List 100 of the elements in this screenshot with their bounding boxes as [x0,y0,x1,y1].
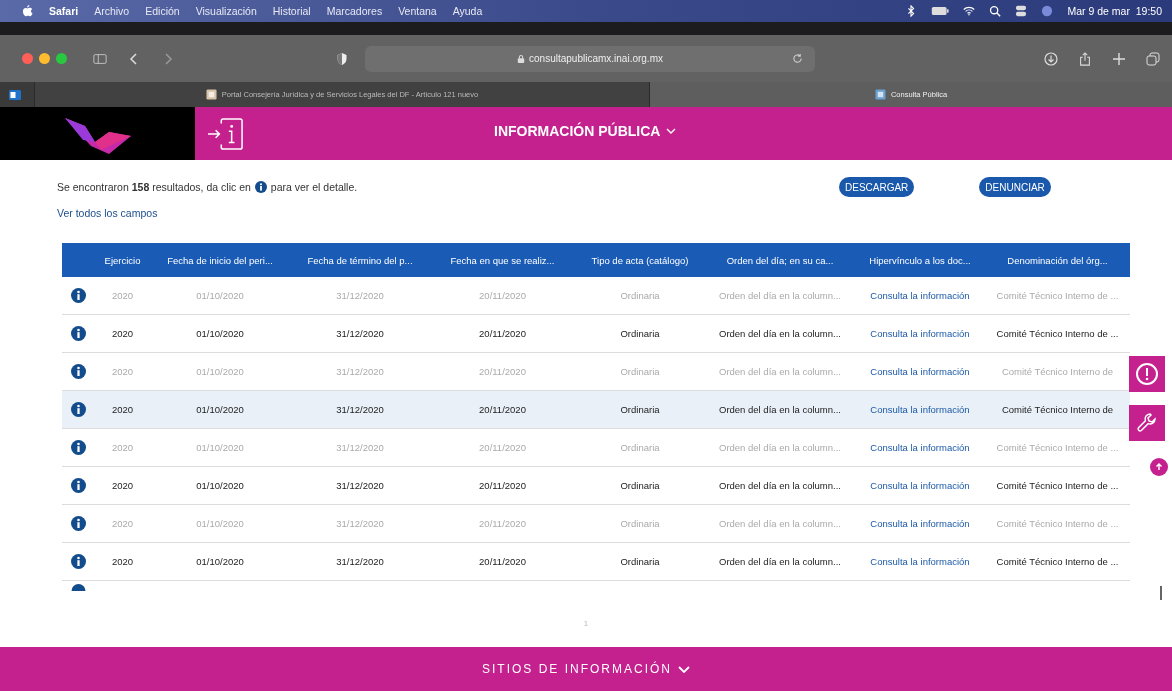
action-button[interactable]: DENUNCIAR [979,177,1051,197]
information-link[interactable]: Consulta la información [870,442,970,453]
table-cell: Ordinaria [620,518,660,529]
info-icon[interactable] [71,516,86,531]
action-button[interactable]: DESCARGAR [839,177,915,197]
menu-item[interactable]: Marcadores [326,5,383,17]
menu-item[interactable]: Safari [49,5,79,17]
page-icon [205,89,217,100]
table-cell: 2020 [111,366,134,377]
information-link[interactable]: Consulta la información [870,556,970,567]
table-cell: Ordinaria [620,366,660,377]
table-cell: 2020 [111,442,134,453]
table-cell: 31/12/2020 [336,556,384,567]
menu-item[interactable]: Visualización [195,5,257,17]
share-icon[interactable] [1078,51,1092,66]
info-icon[interactable] [71,364,86,379]
alert-icon [1135,362,1159,386]
table-cell: 2020 [111,328,134,339]
column-header[interactable]: Ejercicio [95,254,150,266]
sign-in-info-icon[interactable] [207,116,245,151]
table-cell: Ordinaria [620,290,660,301]
orb-icon[interactable] [1041,5,1054,17]
sidebar-icon[interactable] [93,51,107,66]
column-header[interactable]: Orden del día; en su ca... [705,254,855,266]
table-cell: 01/10/2020 [196,404,244,415]
table-cell: Orden del día en la column... [719,442,841,453]
menu-item[interactable]: Historial [272,5,311,17]
table-cell: 31/12/2020 [336,442,384,453]
arrow-up-icon [1154,462,1164,472]
table-cell: 31/12/2020 [336,328,384,339]
info-icon[interactable] [71,478,86,493]
info-icon[interactable] [71,554,86,569]
reload-icon[interactable] [792,52,803,64]
wifi-icon[interactable] [963,5,976,17]
section-menu[interactable]: INFORMACIÓN PÚBLICA [492,121,679,141]
table-cell: 20/11/2020 [479,328,526,339]
table-cell: Orden del día en la column... [719,556,841,567]
table-cell: Ordinaria [620,442,660,453]
battery-icon[interactable] [931,5,950,17]
table-cell: Ordinaria [620,480,660,491]
info-icon[interactable] [71,402,86,417]
table-cell: 2020 [111,290,134,301]
menu-item[interactable]: Ventana [398,5,437,17]
chevron-down-icon [678,665,690,673]
results-text: para ver el detalle. [270,181,358,193]
address-bar[interactable]: consultapublicamx.inai.org.mx [365,45,815,72]
menu-item[interactable]: Ayuda [452,5,483,17]
table-cell: 01/10/2020 [196,328,244,339]
information-link[interactable]: Consulta la información [870,404,970,415]
shield-icon[interactable] [335,51,349,66]
apple-icon[interactable] [22,4,33,18]
sites-menu[interactable]: SITIOS DE INFORMACIÓN [476,661,696,677]
url-text: consultapublicamx.inai.org.mx [529,53,663,64]
information-link[interactable]: Consulta la información [870,290,970,301]
show-all-fields-link[interactable]: Ver todos los campos [57,207,158,219]
table-cell: Comité Técnico Interno de [1001,404,1114,415]
table-cell: 20/11/2020 [479,480,526,491]
table-cell: Comité Técnico Interno de ... [996,518,1119,529]
info-icon[interactable] [71,326,86,341]
menu-item[interactable]: Edición [145,5,180,17]
column-header[interactable]: Fecha en que se realiz... [430,254,575,266]
table-cell: 31/12/2020 [336,290,384,301]
column-header[interactable]: Hipervínculo a los doc... [855,254,985,266]
tabs-icon[interactable] [1146,51,1160,66]
search-icon[interactable] [989,5,1002,17]
mail-app-icon[interactable] [8,87,22,102]
information-link[interactable]: Consulta la información [870,518,970,529]
plus-icon[interactable] [1112,51,1126,66]
scroll-top-button[interactable] [1150,458,1168,476]
info-icon[interactable] [71,584,86,591]
info-icon [254,181,267,193]
column-header[interactable]: Tipo de acta (catálogo) [575,254,705,266]
clock-text: Mar 9 de mar 19:50 [1067,5,1162,17]
information-link[interactable]: Consulta la información [870,366,970,377]
minimize-icon[interactable] [39,53,50,64]
table-row[interactable]: 2020 01/10/2020 31/12/2020 20/11/2020 Ordinaria Orden del día en la column... Consulta la información Comité Técnico Interno de [62,391,1130,429]
toggle-icon[interactable] [1015,5,1028,17]
table-cell: Comité Técnico Interno de [1001,366,1114,377]
tools-button[interactable] [1129,405,1165,441]
table-cell: Orden del día en la column... [719,328,841,339]
column-header[interactable]: Fecha de término del p... [290,254,430,266]
column-header[interactable]: Fecha de inicio del peri... [150,254,290,266]
table-cell: 20/11/2020 [479,290,526,301]
download-icon[interactable] [1044,51,1058,66]
table-cell: 01/10/2020 [196,480,244,491]
report-button[interactable] [1129,356,1165,392]
table-cell: 20/11/2020 [479,404,526,415]
information-link[interactable]: Consulta la información [870,480,970,491]
information-link[interactable]: Consulta la información [870,328,970,339]
table-cell: 01/10/2020 [196,290,244,301]
table-cell: 2020 [111,404,134,415]
info-icon[interactable] [71,440,86,455]
lock-icon [517,53,525,64]
zoom-icon[interactable] [56,53,67,64]
column-header[interactable]: Denominación del órg... [985,254,1130,266]
menu-item[interactable]: Archivo [94,5,130,17]
page-icon [874,89,886,100]
info-icon[interactable] [71,288,86,303]
table-cell: Orden del día en la column... [719,518,841,529]
table-cell: 01/10/2020 [196,518,244,529]
